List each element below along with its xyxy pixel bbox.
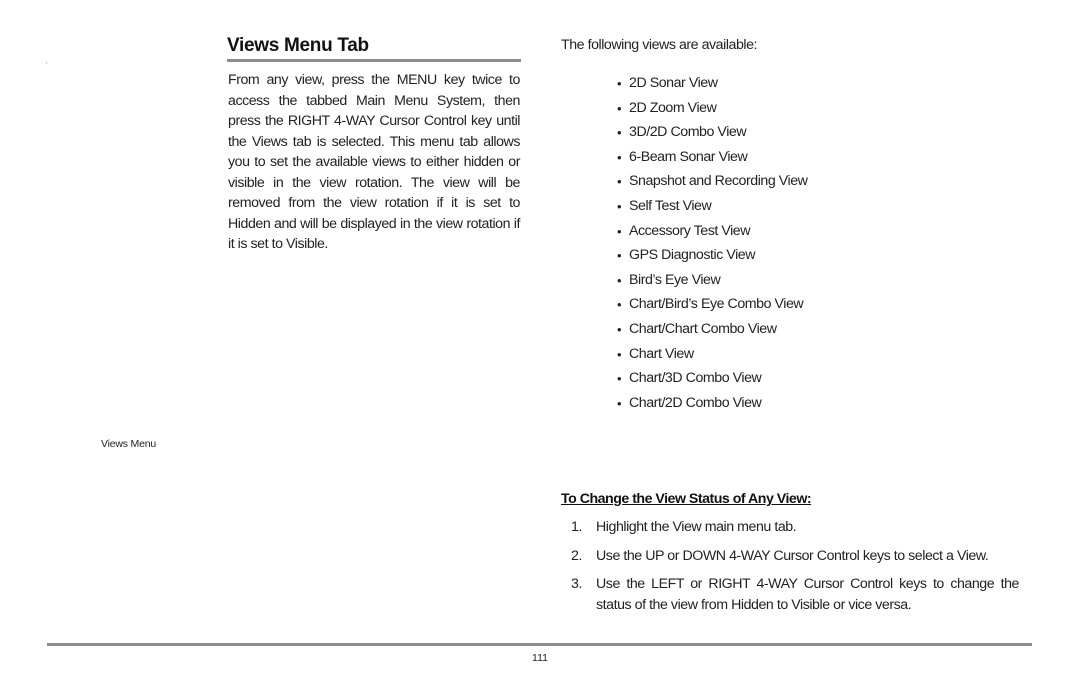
bullet-icon: • [617, 223, 622, 239]
procedure-step: 1. Highlight the View main menu tab. [571, 517, 1019, 538]
view-name: Chart/Bird’s Eye Combo View [629, 296, 804, 313]
bullet-icon: • [617, 76, 622, 91]
step-number: 3. [571, 576, 582, 592]
step-text: Use the UP or DOWN 4-WAY Cursor Control … [596, 547, 989, 564]
view-name: Bird’s Eye View [629, 271, 721, 288]
view-name: Accessory Test View [629, 222, 751, 239]
view-name: Chart/Chart Combo View [629, 320, 777, 337]
procedure-step: 3. Use the LEFT or RIGHT 4-WAY Cursor Con… [571, 574, 1019, 615]
list-item: • Chart/3D Combo View [617, 368, 807, 393]
views-list: • 2D Sonar View • 2D Zoom View • 3D/2D Comb… [617, 73, 808, 418]
footer-divider [47, 643, 1032, 646]
list-item: • Snapshot and Recording View [617, 171, 808, 196]
view-name: 2D Sonar View [629, 75, 718, 91]
view-name: 2D Zoom View [629, 99, 717, 116]
bullet-icon: • [617, 346, 622, 362]
list-item: • 6-Beam Sonar View [617, 147, 807, 172]
figure-caption: Views Menu [101, 438, 157, 450]
intro-paragraph: From any view, press the MENU key twice … [228, 72, 520, 252]
bullet-icon: • [617, 198, 622, 214]
step-number: 2. [571, 547, 582, 564]
view-name: GPS Diagnostic View [629, 247, 756, 264]
list-item: • Chart/2D Combo View [617, 393, 807, 418]
procedure-step: 2. Use the UP or DOWN 4-WAY Cursor Contro… [571, 546, 1019, 567]
bullet-icon: • [617, 125, 622, 141]
bullet-icon: • [617, 395, 622, 411]
view-name: 6-Beam Sonar View [629, 148, 748, 165]
bullet-icon: • [617, 174, 622, 190]
list-item: • Chart/Bird’s Eye Combo View [617, 294, 807, 319]
step-number: 1. [571, 519, 582, 535]
bullet-icon: • [617, 272, 622, 288]
procedure-steps: 1. Highlight the View main menu tab. 2. Us… [571, 517, 1019, 623]
page-number: 111 [532, 652, 548, 664]
list-item: • 3D/2D Combo View [617, 122, 807, 147]
bullet-icon: • [617, 297, 622, 313]
bullet-icon: • [617, 248, 622, 264]
procedure-heading: To Change the View Status of Any View: [561, 491, 812, 507]
view-name: Chart/3D Combo View [629, 370, 762, 387]
scan-mark [46, 62, 47, 64]
list-item: • Self Test View [617, 196, 807, 221]
list-item: • GPS Diagnostic View [617, 245, 807, 270]
list-item: • 2D Sonar View [617, 73, 807, 98]
list-item: • 2D Zoom View [617, 98, 807, 123]
list-item: • Bird’s Eye View [617, 270, 807, 295]
view-name: Self Test View [629, 197, 712, 214]
bullet-icon: • [617, 149, 622, 165]
list-item: • Accessory Test View [617, 221, 807, 246]
step-text: Use the LEFT or RIGHT 4-WAY Cursor Contr… [596, 576, 1019, 613]
step-text: Highlight the View main menu tab. [596, 519, 797, 535]
list-item: • Chart/Chart Combo View [617, 319, 807, 344]
list-item: • Chart View [617, 344, 807, 369]
view-name: Chart View [629, 345, 694, 362]
bullet-icon: • [617, 321, 622, 337]
bullet-icon: • [617, 100, 622, 116]
view-name: Snapshot and Recording View [629, 173, 808, 190]
bullet-icon: • [617, 371, 622, 387]
view-name: 3D/2D Combo View [629, 124, 747, 141]
view-name: Chart/2D Combo View [629, 394, 762, 411]
views-intro: The following views are available: [561, 37, 758, 53]
section-title: Views Menu Tab [227, 35, 369, 56]
title-divider [227, 59, 521, 62]
